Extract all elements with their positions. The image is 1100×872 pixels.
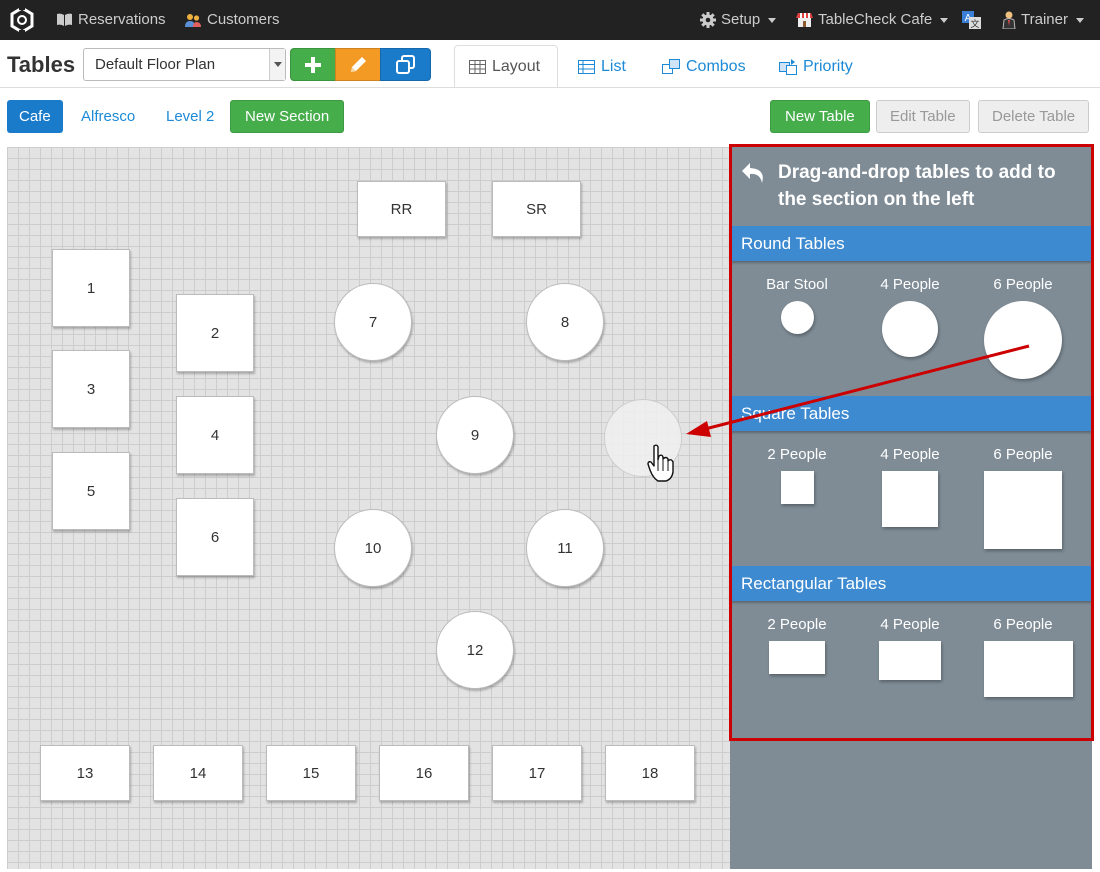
chevron-down-icon[interactable] xyxy=(269,49,285,80)
section-tab-level-2[interactable]: Level 2 xyxy=(154,100,226,133)
table-4[interactable]: 4 xyxy=(176,396,254,474)
page-title: Tables xyxy=(7,52,76,77)
combos-icon xyxy=(662,59,680,74)
nav-reservations[interactable]: Reservations xyxy=(56,0,166,40)
table-15[interactable]: 15 xyxy=(266,745,356,801)
chevron-down-icon xyxy=(1075,17,1084,23)
table-17[interactable]: 17 xyxy=(492,745,582,801)
nav-customers-label: Customers xyxy=(207,11,280,28)
table-2[interactable]: 2 xyxy=(176,294,254,372)
callout-highlight-box xyxy=(729,144,1094,741)
table-11[interactable]: 11 xyxy=(526,509,604,587)
plus-icon xyxy=(305,56,321,73)
tab-list-label: List xyxy=(601,57,626,75)
nav-customers[interactable]: Customers xyxy=(184,0,280,40)
table-14[interactable]: 14 xyxy=(153,745,243,801)
nav-user-label: Trainer xyxy=(1021,11,1068,28)
tab-combos[interactable]: Combos xyxy=(648,45,760,88)
gear-icon xyxy=(700,12,716,28)
new-table-button[interactable]: New Table xyxy=(770,100,870,133)
table-8[interactable]: 8 xyxy=(526,283,604,361)
new-section-button[interactable]: New Section xyxy=(230,100,345,133)
language-button[interactable]: A 文 xyxy=(962,0,982,40)
tab-priority-label: Priority xyxy=(803,57,853,75)
delete-table-button: Delete Table xyxy=(978,100,1090,133)
tab-list[interactable]: List xyxy=(564,45,640,88)
nav-venue[interactable]: TableCheck Cafe xyxy=(796,0,949,40)
tabs-divider xyxy=(0,87,1100,88)
copy-floor-plan-button[interactable] xyxy=(380,48,431,81)
table-13[interactable]: 13 xyxy=(40,745,130,801)
table-7[interactable]: 7 xyxy=(334,283,412,361)
table-5[interactable]: 5 xyxy=(52,452,130,530)
tab-priority[interactable]: Priority xyxy=(765,45,867,88)
nav-setup[interactable]: Setup xyxy=(700,0,777,40)
floor-plan-canvas[interactable]: RR SR 1 2 3 4 5 6 7 8 9 10 11 12 13 14 1… xyxy=(7,147,730,869)
hand-pointer-icon xyxy=(647,444,674,482)
nav-venue-label: TableCheck Cafe xyxy=(818,11,933,28)
nav-setup-label: Setup xyxy=(721,11,761,28)
nav-reservations-label: Reservations xyxy=(78,11,166,28)
table-6[interactable]: 6 xyxy=(176,498,254,576)
tab-layout[interactable]: Layout xyxy=(454,45,558,88)
table-1[interactable]: 1 xyxy=(52,249,130,327)
priority-icon xyxy=(779,58,797,75)
tab-layout-label: Layout xyxy=(492,57,541,75)
table-10[interactable]: 10 xyxy=(334,509,412,587)
svg-text:文: 文 xyxy=(970,18,979,30)
chevron-down-icon xyxy=(940,17,949,23)
add-floor-plan-button[interactable] xyxy=(290,48,336,81)
section-tab-alfresco[interactable]: Alfresco xyxy=(69,100,147,133)
store-icon xyxy=(796,13,813,27)
tablecheck-logo-icon[interactable] xyxy=(8,6,36,34)
copy-icon xyxy=(395,54,415,74)
table-12[interactable]: 12 xyxy=(436,611,514,689)
table-18[interactable]: 18 xyxy=(605,745,695,801)
table-sr[interactable]: SR xyxy=(492,181,581,237)
list-icon xyxy=(578,59,595,74)
translate-icon: A 文 xyxy=(962,10,981,30)
book-icon xyxy=(57,13,72,26)
floor-plan-value: Default Floor Plan xyxy=(95,56,216,73)
table-3[interactable]: 3 xyxy=(52,350,130,428)
table-9[interactable]: 9 xyxy=(436,396,514,474)
edit-floor-plan-button[interactable] xyxy=(335,48,381,81)
nav-user[interactable]: Trainer xyxy=(1002,0,1084,40)
floor-plan-select[interactable]: Default Floor Plan xyxy=(83,48,286,81)
chevron-down-icon xyxy=(768,17,777,23)
pencil-icon xyxy=(351,56,366,72)
users-icon xyxy=(185,13,201,27)
table-16[interactable]: 16 xyxy=(379,745,469,801)
grid-icon xyxy=(469,59,486,74)
person-icon xyxy=(1002,11,1016,29)
top-navbar: Reservations Customers Setup TableCheck … xyxy=(0,0,1100,40)
table-rr[interactable]: RR xyxy=(357,181,446,237)
tab-combos-label: Combos xyxy=(686,57,746,75)
section-tab-cafe[interactable]: Cafe xyxy=(7,100,63,133)
edit-table-button: Edit Table xyxy=(876,100,970,133)
